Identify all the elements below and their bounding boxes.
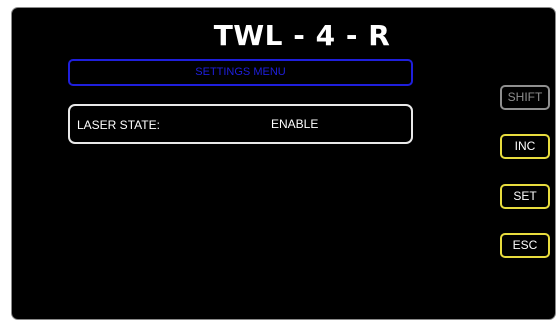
inc-button[interactable]: INC [500, 134, 550, 159]
setting-row-laser-state[interactable]: LASER STATE: ENABLE [68, 104, 413, 144]
device-screen: TWL - 4 - R SETTINGS MENU LASER STATE: E… [11, 7, 556, 320]
set-button[interactable]: SET [500, 184, 550, 209]
setting-label: LASER STATE: [77, 118, 160, 132]
setting-value: ENABLE [271, 117, 319, 131]
esc-button[interactable]: ESC [500, 233, 550, 258]
device-title: TWL - 4 - R [213, 19, 391, 52]
settings-menu-header: SETTINGS MENU [68, 59, 413, 86]
shift-button[interactable]: SHIFT [500, 85, 550, 110]
